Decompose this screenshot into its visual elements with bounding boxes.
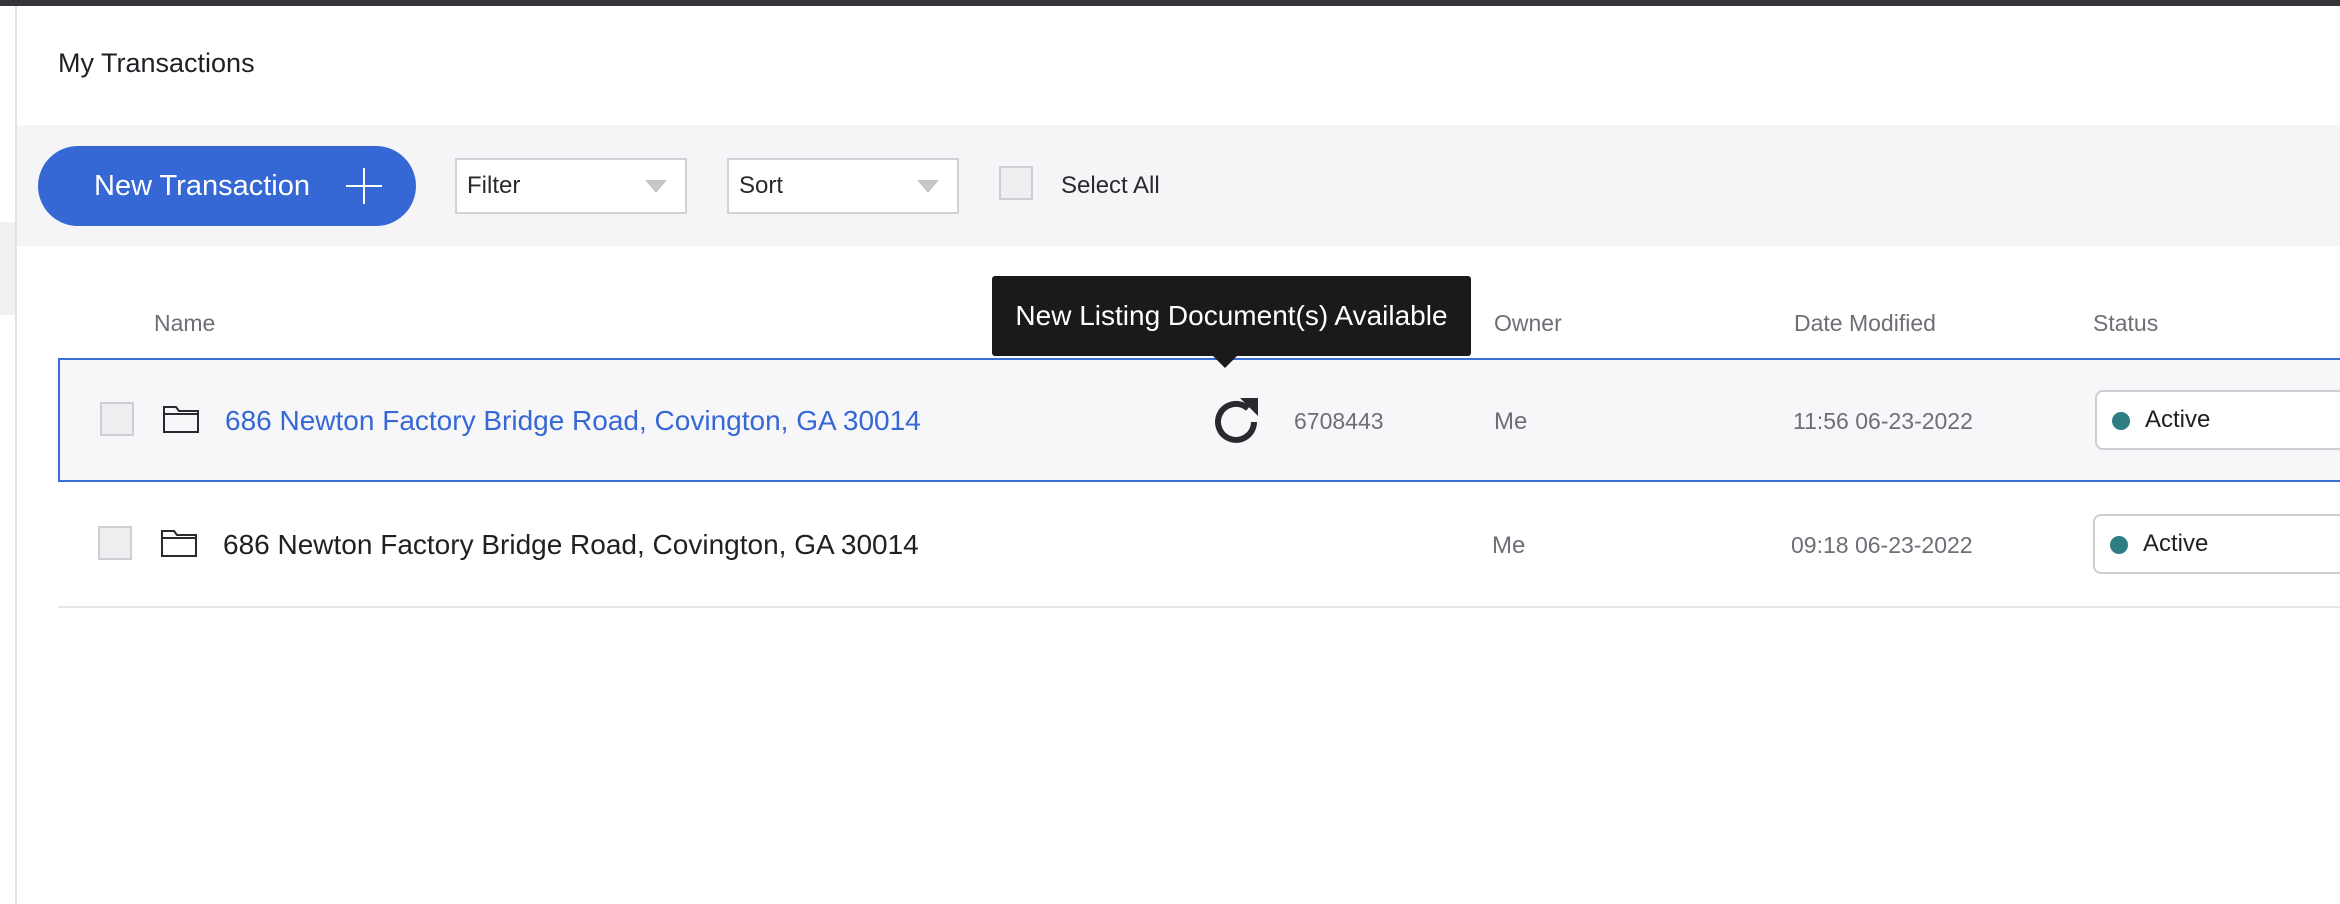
status-label: Active — [2143, 530, 2209, 557]
status-label: Active — [2145, 406, 2211, 433]
transaction-date-modified: 11:56 06-23-2022 — [1793, 408, 1973, 434]
chevron-down-icon — [917, 180, 939, 193]
select-all-label[interactable]: Select All — [1061, 172, 1160, 200]
tooltip: New Listing Document(s) Available — [992, 276, 1471, 368]
status-select[interactable]: Active — [2095, 390, 2340, 450]
left-rail-tab[interactable] — [0, 222, 15, 315]
column-header-status[interactable]: Status — [2093, 310, 2158, 337]
transaction-owner: Me — [1492, 532, 1526, 559]
sort-label: Sort — [739, 172, 784, 199]
row-checkbox[interactable] — [98, 526, 132, 560]
chevron-down-icon — [645, 180, 667, 193]
transaction-name-link[interactable]: 686 Newton Factory Bridge Road, Covingto… — [225, 405, 921, 437]
window-top-bar — [0, 0, 2340, 6]
column-header-name[interactable]: Name — [154, 310, 215, 337]
table-row[interactable]: 686 Newton Factory Bridge Road, Covingto… — [58, 484, 2340, 608]
folder-icon — [161, 530, 197, 557]
filter-select[interactable]: Filter — [455, 158, 687, 214]
filter-label: Filter — [467, 172, 521, 199]
transaction-name-link[interactable]: 686 Newton Factory Bridge Road, Covingto… — [223, 529, 919, 561]
column-header-date-modified[interactable]: Date Modified — [1794, 310, 1936, 337]
new-transaction-label: New Transaction — [94, 169, 310, 202]
status-dot-icon — [2112, 412, 2130, 430]
transaction-id: 6708443 — [1294, 408, 1384, 434]
table-row[interactable]: 686 Newton Factory Bridge Road, Covingto… — [58, 358, 2340, 482]
transaction-owner: Me — [1494, 408, 1528, 435]
new-transaction-button[interactable]: New Transaction — [38, 146, 416, 226]
page-title: My Transactions — [58, 48, 255, 78]
transaction-date-modified: 09:18 06-23-2022 — [1791, 532, 1973, 558]
column-header-owner[interactable]: Owner — [1494, 310, 1562, 337]
status-dot-icon — [2110, 536, 2128, 554]
sort-select[interactable]: Sort — [727, 158, 959, 214]
row-checkbox[interactable] — [100, 402, 134, 436]
folder-icon — [163, 406, 199, 433]
select-all-checkbox[interactable] — [999, 166, 1033, 200]
left-rail — [0, 6, 17, 904]
toolbar: New Transaction Filter Sort Select All — [17, 125, 2340, 246]
refresh-icon[interactable] — [1204, 390, 1268, 454]
plus-icon — [346, 168, 382, 204]
status-select[interactable]: Active — [2093, 514, 2340, 574]
